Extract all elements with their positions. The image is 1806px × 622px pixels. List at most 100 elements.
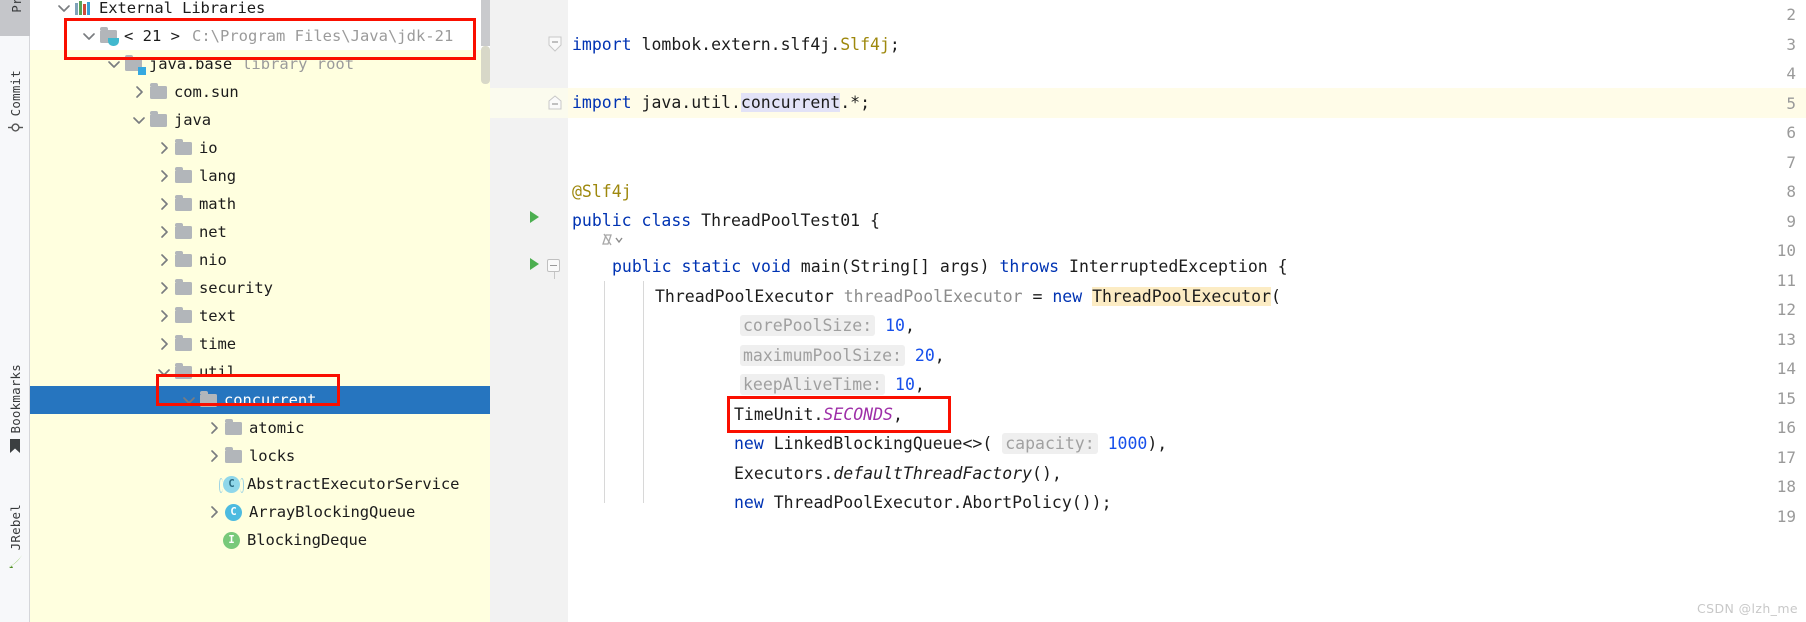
tree-row[interactable]: com.sun: [30, 78, 490, 106]
chevron-right-icon[interactable]: [156, 308, 173, 325]
token-dtf-tail: (),: [1032, 463, 1062, 483]
chevron-right-icon[interactable]: [156, 196, 173, 213]
tree-row[interactable]: java.base library root: [30, 50, 490, 78]
fold-marker-line5[interactable]: [548, 95, 562, 114]
token-public-9: public: [572, 211, 632, 230]
token-brace-9: {: [870, 211, 880, 230]
tree-row[interactable]: math: [30, 190, 490, 218]
sidebar-item-project[interactable]: Project: [0, 0, 30, 34]
sidebar-item-bookmarks-label: Bookmarks: [7, 364, 23, 434]
jdk-folder-icon: [100, 26, 119, 46]
token-abortpolicy: ThreadPoolExecutor.AbortPolicy());: [773, 493, 1112, 512]
code-line-14: keepAliveTime: 10,: [740, 370, 925, 400]
param-hint-keepalivetime: keepAliveTime:: [740, 374, 886, 395]
interface-icon: I: [223, 531, 240, 549]
token-maximumpoolsize-value: 20: [914, 345, 935, 365]
chevron-down-icon[interactable]: [106, 56, 123, 73]
chevron-right-icon[interactable]: [156, 336, 173, 353]
chevron-right-icon[interactable]: [156, 280, 173, 297]
token-throws: throws: [999, 257, 1060, 276]
tree-row[interactable]: io: [30, 134, 490, 162]
chevron-down-icon[interactable]: [131, 112, 148, 129]
tree-row[interactable]: net: [30, 218, 490, 246]
tree-row[interactable]: util: [30, 358, 490, 386]
chevron-down-icon[interactable]: [156, 364, 173, 381]
left-tool-strip: Project Commit Bookmarks: [0, 0, 30, 622]
tree-row[interactable]: text: [30, 302, 490, 330]
chevron-down-icon[interactable]: [56, 0, 73, 17]
token-void-10: void: [751, 257, 791, 276]
chevron-down-icon[interactable]: [181, 392, 198, 409]
tree-row-label: time: [199, 335, 236, 353]
token-main-method: main: [800, 257, 841, 276]
sidebar-item-jrebel[interactable]: JRebel: [0, 465, 30, 575]
tree-row[interactable]: concurrent: [30, 386, 490, 414]
token-corepoolsize-value: 10: [885, 316, 905, 335]
project-tool-window[interactable]: External Libraries < 21 > C:\Program Files…: [30, 0, 490, 622]
tree-row-label: io: [199, 139, 218, 157]
chevron-right-icon[interactable]: [156, 224, 173, 241]
token-class-name: ThreadPoolTest01: [701, 211, 861, 230]
tree-row-label: External Libraries: [99, 0, 266, 17]
tree-row[interactable]: nio: [30, 246, 490, 274]
sidebar-item-commit[interactable]: Commit: [0, 45, 30, 141]
chevron-right-icon[interactable]: [206, 420, 223, 437]
token-tpe-ctor: ThreadPoolExecutor: [1092, 286, 1271, 306]
tree-scrollbar-track[interactable]: [481, 0, 490, 46]
module-folder-icon: [125, 54, 146, 75]
run-method-gutter-icon[interactable]: [530, 258, 539, 270]
tree-row[interactable]: locks: [30, 442, 490, 470]
tree-row[interactable]: < 21 > C:\Program Files\Java\jdk-21: [30, 22, 490, 50]
fold-marker-line10[interactable]: [547, 259, 560, 279]
chevron-right-icon[interactable]: [131, 84, 148, 101]
token-comma-13: ,: [934, 345, 945, 365]
code-line-9: public class ThreadPoolTest01 {: [572, 206, 880, 236]
tree-row[interactable]: security: [30, 274, 490, 302]
tree-row-label: atomic: [249, 419, 305, 437]
tree-row[interactable]: C AbstractExecutorService: [30, 470, 490, 498]
tree-row[interactable]: java: [30, 106, 490, 134]
token-exception-type: InterruptedException: [1069, 257, 1268, 276]
chevron-right-icon[interactable]: [156, 252, 173, 269]
tree-row-label: nio: [199, 251, 227, 269]
token-semicolon-3: ;: [889, 34, 900, 54]
tree-row[interactable]: I BlockingDeque: [30, 526, 490, 554]
tree-row-label: locks: [249, 447, 296, 465]
commit-icon: [7, 120, 23, 139]
sidebar-item-jrebel-label: JRebel: [7, 503, 23, 550]
tree-row[interactable]: atomic: [30, 414, 490, 442]
token-star-import: .*;: [840, 93, 871, 112]
folder-icon: [225, 418, 242, 435]
tree-row[interactable]: time: [30, 330, 490, 358]
tree-scrollbar-thumb[interactable]: [481, 46, 490, 84]
tree-row-label: text: [199, 307, 236, 325]
token-new-18: new: [734, 493, 764, 512]
code-line-11: ThreadPoolExecutor threadPoolExecutor = …: [655, 282, 1281, 312]
sidebar-item-bookmarks[interactable]: Bookmarks: [0, 330, 30, 460]
token-tpe-var: threadPoolExecutor: [843, 286, 1023, 306]
folder-icon: [175, 250, 192, 267]
fold-marker-line3[interactable]: [548, 36, 562, 57]
code-editor[interactable]: 2 3 4 5 6 7 8 9 10 11 12 13 14 15 16 17 18 19: [490, 0, 1806, 622]
editor-text-area[interactable]: import lombok.extern.slf4j.Slf4j; import…: [568, 0, 1806, 622]
tree-row[interactable]: C ArrayBlockingQueue: [30, 498, 490, 526]
folder-icon: [225, 446, 242, 463]
run-class-gutter-icon[interactable]: [530, 211, 539, 223]
token-import: import: [572, 34, 632, 54]
folder-icon: [175, 334, 192, 351]
tree-row-label: security: [199, 279, 273, 297]
chevron-right-icon[interactable]: [206, 448, 223, 465]
tree-row[interactable]: External Libraries: [30, 0, 490, 22]
chevron-down-icon[interactable]: [81, 28, 98, 45]
token-concurrent-highlighted: concurrent: [740, 93, 841, 112]
tree-row-label: ArrayBlockingQueue: [249, 503, 416, 521]
watermark: CSDN @lzh_me: [1697, 601, 1798, 616]
project-tree[interactable]: External Libraries < 21 > C:\Program Files…: [30, 0, 490, 622]
chevron-right-icon[interactable]: [156, 140, 173, 157]
token-class-9: class: [641, 211, 692, 230]
chevron-right-icon[interactable]: [206, 504, 223, 521]
project-label: Project: [9, 0, 24, 13]
code-line-17: Executors.defaultThreadFactory(),: [734, 459, 1062, 489]
tree-row[interactable]: lang: [30, 162, 490, 190]
chevron-right-icon[interactable]: [156, 168, 173, 185]
